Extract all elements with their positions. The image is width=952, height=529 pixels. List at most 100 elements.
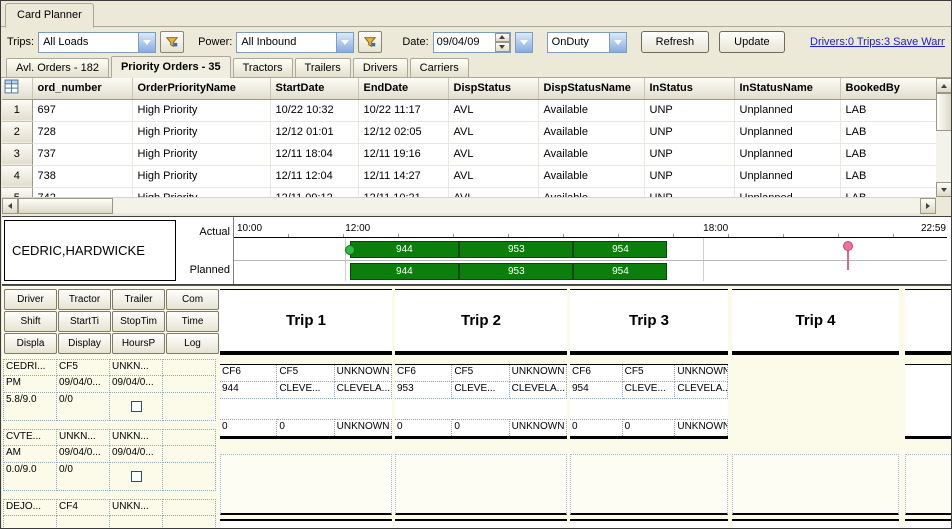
card-cell[interactable]: CF6: [395, 365, 452, 382]
tab-drivers[interactable]: Drivers: [353, 58, 408, 77]
column-header[interactable]: OrderPriorityName: [132, 78, 270, 99]
card-cell[interactable]: [162, 515, 216, 528]
card-cell[interactable]: UNKNOWN: [675, 419, 728, 436]
trip-bar[interactable]: 944: [350, 241, 460, 258]
shift-button[interactable]: Shift: [4, 311, 57, 332]
grid-cell[interactable]: 697: [32, 99, 132, 121]
grid-row[interactable]: 3 737 High Priority 12/11 18:04 12/11 19…: [2, 143, 936, 165]
empty-slot[interactable]: [395, 454, 567, 515]
grid-cell[interactable]: LAB: [840, 187, 936, 197]
grid-cell[interactable]: 10/22 10:32: [270, 99, 358, 121]
card-cell[interactable]: 0/0: [56, 462, 110, 491]
grid-cell[interactable]: 737: [32, 143, 132, 165]
card-cell[interactable]: 09/04/0...: [109, 375, 163, 393]
card-cell[interactable]: 0: [623, 419, 676, 436]
card-cell[interactable]: 09/04/0...: [109, 445, 163, 463]
card-cell[interactable]: 0: [570, 419, 623, 436]
driver-card[interactable]: CEDRI... CF5 UNKN... PM 09/04/0... 09/04…: [4, 359, 220, 421]
refresh-button[interactable]: Refresh: [641, 31, 710, 53]
power-dropdown[interactable]: All Inbound: [236, 32, 354, 53]
card-cell[interactable]: 944: [220, 382, 277, 399]
grid-row[interactable]: 4 738 High Priority 12/11 12:04 12/11 14…: [2, 165, 936, 187]
hours-checkbox[interactable]: [131, 471, 142, 482]
card-cell[interactable]: CF5: [56, 359, 110, 376]
card-cell[interactable]: CF5: [277, 365, 334, 382]
card-cell[interactable]: [109, 515, 163, 528]
save-warnings-link[interactable]: Drivers:0 Trips:3 Save Warni: [810, 36, 945, 48]
card-cell[interactable]: CLEVE...: [452, 382, 509, 399]
grid-cell[interactable]: Unplanned: [734, 143, 840, 165]
spin-down-icon[interactable]: [495, 42, 510, 52]
grid-cell[interactable]: UNP: [644, 99, 734, 121]
grid-cell[interactable]: 12/11 10:21: [358, 187, 448, 197]
grid-cell[interactable]: 12/11 09:12: [270, 187, 358, 197]
trip-detail-card[interactable]: CF6 CF5 UNKNOWN 953 CLEVE... CLEVELA... …: [395, 364, 567, 439]
grid-cell[interactable]: LAB: [840, 99, 936, 121]
display-1-button[interactable]: Displa: [4, 333, 57, 354]
card-cell[interactable]: 953: [395, 382, 452, 399]
com-button[interactable]: Com: [166, 289, 219, 310]
trip-header-card[interactable]: Trip 2: [395, 289, 567, 355]
date-field[interactable]: 09/04/09: [433, 32, 511, 53]
card-cell[interactable]: CF6: [220, 365, 277, 382]
grid-horizontal-scrollbar[interactable]: [2, 197, 936, 213]
grid-cell[interactable]: 12/12 01:01: [270, 121, 358, 143]
grid-cell[interactable]: 12/11 19:16: [358, 143, 448, 165]
card-cell[interactable]: [162, 499, 216, 516]
column-header[interactable]: ord_number: [32, 78, 132, 99]
column-header[interactable]: DispStatus: [448, 78, 538, 99]
grid-cell[interactable]: 12/11 14:27: [358, 165, 448, 187]
card-cell[interactable]: 0: [395, 419, 452, 436]
card-cell[interactable]: CLEVELA...: [675, 382, 728, 399]
trip-bar[interactable]: 953: [459, 263, 573, 280]
scroll-right-icon[interactable]: [920, 198, 936, 214]
card-cell[interactable]: 0: [277, 419, 334, 436]
column-header[interactable]: BookedBy: [840, 78, 936, 99]
trip-detail-card[interactable]: CF6 CF5 UNKNOWN 954 CLEVE... CLEVELA... …: [570, 364, 728, 439]
grid-cell[interactable]: High Priority: [132, 121, 270, 143]
column-header[interactable]: DispStatusName: [538, 78, 644, 99]
driver-button[interactable]: Driver: [4, 289, 57, 310]
vertical-scroll-thumb[interactable]: [936, 93, 952, 131]
trip-header-card[interactable]: Trip 3: [570, 289, 728, 355]
grid-cell[interactable]: AVL: [448, 165, 538, 187]
grid-cell[interactable]: High Priority: [132, 143, 270, 165]
grid-cell[interactable]: Available: [538, 121, 644, 143]
card-cell[interactable]: CF6: [570, 365, 623, 382]
card-cell[interactable]: 0: [220, 419, 277, 436]
grid-row[interactable]: 5 742 High Priority 12/11 09:12 12/11 10…: [2, 187, 936, 197]
column-header[interactable]: EndDate: [358, 78, 448, 99]
card-cell[interactable]: 0.0/9.0: [3, 462, 57, 491]
card-cell[interactable]: PM: [3, 375, 57, 393]
grid-cell[interactable]: AVL: [448, 99, 538, 121]
grid-cell[interactable]: UNP: [644, 165, 734, 187]
card-cell[interactable]: CF5: [623, 365, 676, 382]
card-cell[interactable]: [162, 359, 216, 376]
grid-settings-button[interactable]: [2, 78, 32, 99]
card-cell[interactable]: [162, 375, 216, 393]
grid-cell[interactable]: AVL: [448, 121, 538, 143]
card-cell[interactable]: 5.8/9.0: [3, 392, 57, 421]
window-title-tab[interactable]: Card Planner: [5, 3, 94, 28]
trip-bar[interactable]: 944: [350, 263, 460, 280]
card-cell[interactable]: [56, 515, 110, 528]
card-cell[interactable]: UNKN...: [109, 499, 163, 516]
grid-cell[interactable]: Available: [538, 165, 644, 187]
card-cell[interactable]: 0/0: [56, 392, 110, 421]
grid-cell[interactable]: 10/22 11:17: [358, 99, 448, 121]
card-cell[interactable]: UNKN...: [109, 429, 163, 446]
empty-slot[interactable]: [220, 454, 392, 515]
spin-up-icon[interactable]: [495, 33, 510, 43]
driver-card[interactable]: DEJO... CF4 UNKN...: [4, 499, 220, 528]
grid-cell[interactable]: UNP: [644, 187, 734, 197]
tab-avl-orders[interactable]: Avl. Orders - 182: [6, 58, 109, 77]
trip-detail-card[interactable]: CF6 CF5 UNKNOWN 944 CLEVE... CLEVELA... …: [220, 364, 392, 439]
tractor-button[interactable]: Tractor: [58, 289, 111, 310]
card-cell[interactable]: CF4: [56, 499, 110, 516]
card-cell[interactable]: AM: [3, 445, 57, 463]
card-cell[interactable]: UNKNOWN: [510, 419, 567, 436]
column-header[interactable]: InStatus: [644, 78, 734, 99]
trip-header-card[interactable]: [905, 289, 952, 355]
update-button[interactable]: Update: [719, 31, 784, 53]
card-cell[interactable]: UNKN...: [109, 359, 163, 376]
